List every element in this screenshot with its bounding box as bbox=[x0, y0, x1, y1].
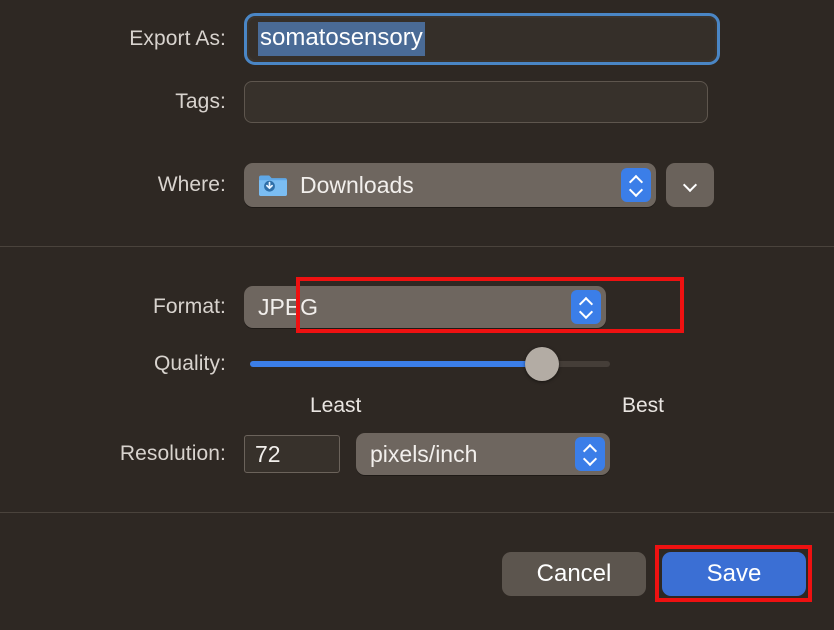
quality-slider[interactable] bbox=[250, 347, 610, 381]
resolution-unit-stepper[interactable] bbox=[575, 437, 605, 471]
format-popup-button[interactable]: JPEG bbox=[244, 286, 606, 328]
chevron-down-icon bbox=[580, 309, 593, 316]
chevron-down-icon bbox=[684, 182, 697, 189]
resolution-row: Resolution: 72 pixels/inch bbox=[0, 432, 834, 476]
where-popup-button[interactable]: Downloads bbox=[244, 163, 656, 207]
resolution-label: Resolution: bbox=[119, 442, 226, 465]
where-stepper[interactable] bbox=[621, 168, 651, 202]
where-label: Where: bbox=[157, 173, 226, 196]
export-as-selected-text: somatosensory bbox=[258, 22, 425, 56]
resolution-input[interactable]: 72 bbox=[244, 435, 340, 473]
export-as-row: Export As: somatosensory bbox=[0, 12, 834, 66]
tags-label: Tags: bbox=[175, 90, 226, 113]
format-row: Format: JPEG bbox=[0, 285, 834, 329]
quality-endpoints: Least Best bbox=[0, 392, 834, 420]
save-button[interactable]: Save bbox=[662, 552, 806, 596]
tags-input[interactable] bbox=[244, 81, 708, 123]
quality-best-label: Best bbox=[622, 394, 665, 417]
quality-slider-fill bbox=[250, 361, 542, 367]
format-label: Format: bbox=[152, 295, 226, 318]
quality-least-label: Least bbox=[310, 394, 362, 417]
export-as-label: Export As: bbox=[129, 27, 226, 50]
where-expand-button[interactable] bbox=[666, 163, 714, 207]
export-as-input-inner[interactable]: somatosensory bbox=[249, 18, 715, 60]
resolution-unit-value: pixels/inch bbox=[370, 440, 478, 467]
format-stepper[interactable] bbox=[571, 290, 601, 324]
quality-label: Quality: bbox=[154, 352, 226, 375]
export-dialog: Export As: somatosensory Tags: Where: Do bbox=[0, 0, 834, 630]
section-divider-top bbox=[0, 246, 834, 247]
chevron-down-icon bbox=[584, 456, 597, 463]
quality-row: Quality: bbox=[0, 345, 834, 383]
chevron-down-icon bbox=[630, 187, 643, 194]
tags-row: Tags: bbox=[0, 78, 834, 126]
format-value: JPEG bbox=[258, 293, 319, 320]
downloads-folder-icon bbox=[258, 173, 288, 197]
where-row: Where: Downloads bbox=[0, 160, 834, 210]
resolution-unit-popup-button[interactable]: pixels/inch bbox=[356, 433, 610, 475]
quality-slider-thumb[interactable] bbox=[524, 347, 559, 381]
section-divider-bottom bbox=[0, 512, 834, 513]
cancel-button[interactable]: Cancel bbox=[502, 552, 646, 596]
export-as-input[interactable]: somatosensory bbox=[244, 13, 720, 65]
where-value: Downloads bbox=[300, 171, 414, 198]
